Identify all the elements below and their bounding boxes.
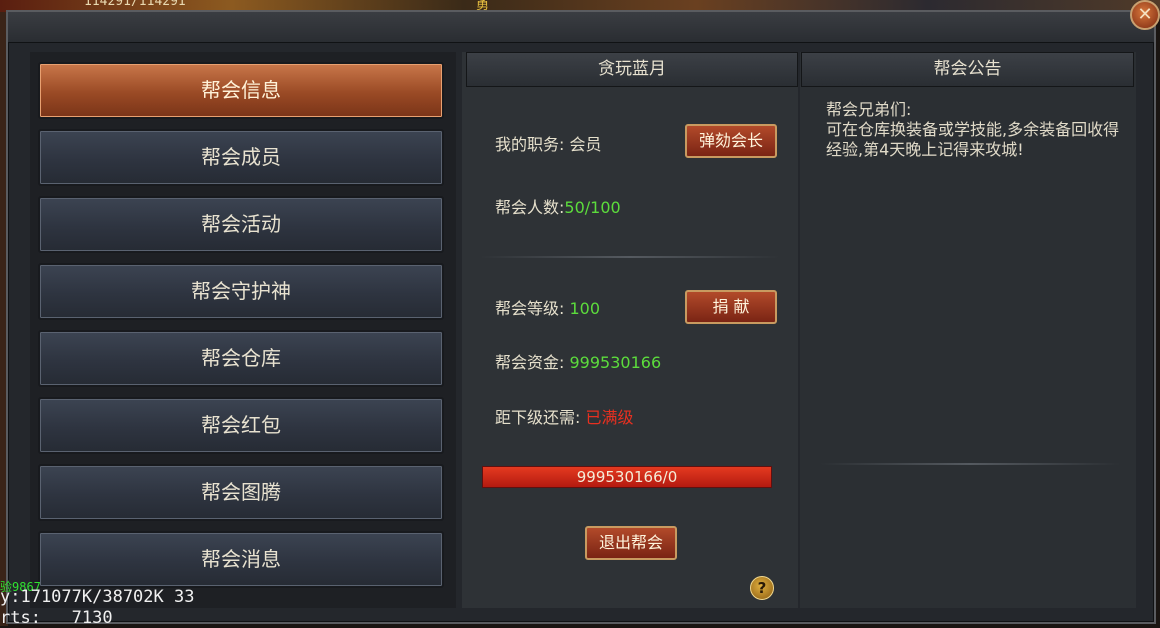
guild-name-header: 贪玩蓝月 [466, 52, 798, 87]
notice-title: 帮会兄弟们: [826, 100, 912, 119]
guild-menu-item[interactable]: 帮会红包 [38, 397, 444, 454]
guild-menu-item[interactable]: 帮会仓库 [38, 330, 444, 387]
guild-menu-item[interactable]: 帮会信息 [38, 62, 444, 119]
section-divider [480, 256, 780, 258]
guild-menu-item[interactable]: 帮会消息 [38, 531, 444, 588]
level-value: 100 [569, 299, 601, 318]
next-level-row: 距下级还需: 已满级 [495, 404, 634, 428]
position-row: 我的职务: 会员 [495, 131, 602, 155]
funds-progress-text: 999530166/0 [576, 468, 678, 486]
guild-notice: 帮会兄弟们: 可在仓库换装备或学技能,多余装备回收得经验,第4天晚上记得来攻城! [826, 100, 1126, 160]
next-level-value: 已满级 [585, 408, 634, 427]
debug-line-memory: y:171077K/38702K 33 [0, 587, 195, 607]
members-value: 50/100 [564, 198, 621, 217]
guild-menu-item[interactable]: 帮会成员 [38, 129, 444, 186]
funds-label: 帮会资金: [495, 353, 565, 372]
guild-menu-item[interactable]: 帮会活动 [38, 196, 444, 253]
donate-button[interactable]: 捐 献 [685, 290, 777, 324]
quit-guild-button[interactable]: 退出帮会 [585, 526, 677, 560]
window-title-bar [8, 12, 1154, 43]
level-label: 帮会等级: [495, 299, 565, 318]
top-hp-value: 114291/114291 [84, 0, 186, 9]
funds-row: 帮会资金: 999530166 [495, 349, 661, 373]
funds-progress-bar: 999530166/0 [482, 466, 772, 488]
help-icon[interactable]: ? [750, 576, 774, 600]
impeach-leader-button[interactable]: 弹劾会长 [685, 124, 777, 158]
notice-body: 可在仓库换装备或学技能,多余装备回收得经验,第4天晚上记得来攻城! [826, 120, 1120, 159]
next-level-label: 距下级还需: [495, 408, 581, 427]
guild-menu-item[interactable]: 帮会守护神 [38, 263, 444, 320]
level-row: 帮会等级: 100 [495, 295, 600, 319]
funds-value: 999530166 [569, 353, 662, 372]
members-label: 帮会人数: [495, 198, 565, 217]
guild-menu-item[interactable]: 帮会图腾 [38, 464, 444, 521]
position-value: 会员 [569, 135, 602, 154]
notice-header: 帮会公告 [801, 52, 1134, 87]
close-icon[interactable]: ✕ [1130, 0, 1160, 30]
notice-divider [820, 463, 1120, 465]
position-label: 我的职务: [495, 135, 565, 154]
debug-line-counts: rts: 7130 [0, 608, 113, 628]
members-row: 帮会人数:50/100 [495, 194, 621, 218]
